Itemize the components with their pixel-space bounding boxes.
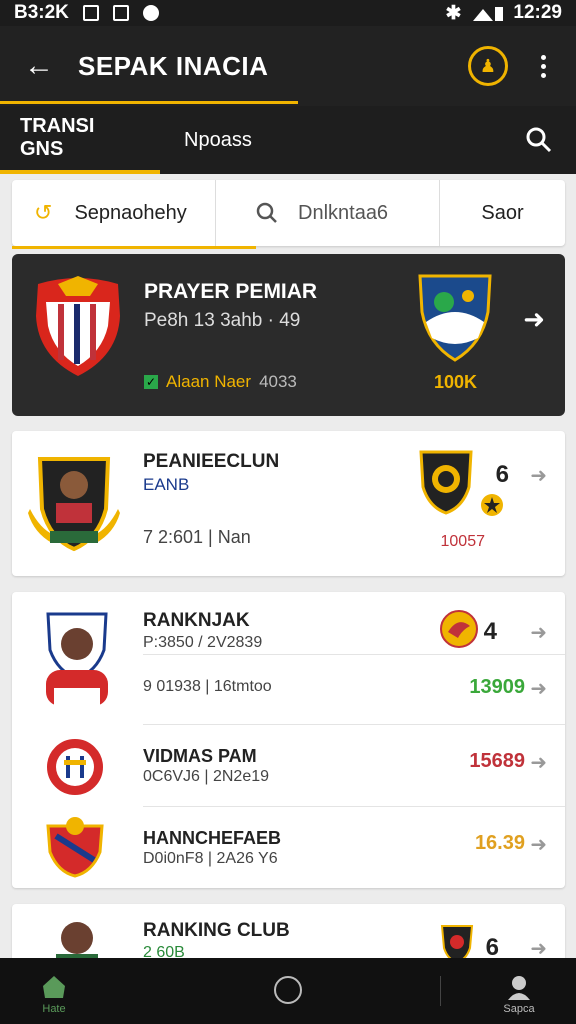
club-value: 16.39: [474, 832, 525, 854]
club-sub: 0C6VJ6 | 2N2e19: [143, 768, 270, 785]
chevron-right-icon[interactable]: ➜: [530, 463, 547, 488]
bird-crest-icon: [440, 610, 478, 648]
filter-first[interactable]: ↺ Sepnaohehy: [12, 180, 216, 246]
club-value: 10057: [440, 533, 486, 550]
club-sub: EANB: [143, 475, 190, 494]
list-item[interactable]: VIDMAS PAM 0C6VJ6 | 2N2e19 15689 ➜: [12, 726, 565, 806]
app-bar: ← SEPAK INACIA ♟: [0, 26, 576, 106]
title-underline: [0, 101, 298, 104]
page-title: SEPAK INACIA: [78, 50, 269, 81]
featured-score: 100K: [434, 372, 478, 392]
featured-card[interactable]: PRAYER PEMIAR Pe8h 13 3ahb · 49 ✓ Alaan …: [12, 254, 565, 416]
filter-accent-bar: [12, 246, 256, 249]
more-menu-icon[interactable]: [538, 54, 548, 78]
circle-icon: [142, 5, 159, 21]
featured-sub: Pe8h 13 3ahb · 49: [144, 310, 301, 331]
ranking-title: RANKNJAK: [143, 610, 250, 631]
search-icon[interactable]: [526, 127, 552, 153]
tab-transitions[interactable]: TRANSI GNS: [0, 106, 160, 174]
featured-meta: ✓ Alaan Naer 4033: [144, 372, 297, 392]
home-icon: [43, 976, 65, 998]
club-name: PEANIEECLUN: [143, 451, 280, 472]
player-avatar-icon: [56, 922, 98, 964]
profile-icon: [508, 976, 530, 1000]
ranking-club-card[interactable]: RANKING CLUB 2 60B 6 ➜: [12, 904, 565, 964]
club-sub: D0i0nF8 | 2A26 Y6: [143, 850, 278, 867]
ranking-card[interactable]: RANKNJAK P:3850 / 2V2839 4 ➜ 9 01938 | 1…: [12, 592, 565, 888]
nav-profile[interactable]: Sapca: [496, 974, 542, 1015]
chevron-right-icon[interactable]: ➜: [530, 750, 547, 775]
notification-icon: [82, 5, 99, 21]
app-icon: [112, 5, 129, 21]
list-item[interactable]: RANKING CLUB 2 60B 6 ➜: [12, 904, 565, 964]
back-arrow-icon[interactable]: ←: [0, 49, 78, 83]
check-icon: ✓: [144, 375, 158, 389]
list-item[interactable]: HANNCHEFAEB D0i0nF8 | 2A26 Y6 16.39 ➜: [12, 806, 565, 888]
tab-bar: TRANSI GNS Npoass: [0, 106, 576, 174]
chevron-right-icon[interactable]: ➜: [530, 620, 547, 645]
filter-sort[interactable]: Saor: [440, 180, 565, 246]
filter-search[interactable]: Dnlkntaa6: [216, 180, 440, 246]
chevron-right-icon[interactable]: ➜: [523, 304, 545, 335]
nav-separator: [440, 976, 441, 1006]
player-badge-icon: [28, 457, 120, 552]
featured-meta-number: 4033: [259, 372, 297, 391]
club-card[interactable]: PEANIEECLUN EANB 7 2:601 | Nan 6 10057 ➜: [12, 431, 565, 576]
nav-home-label: Hate: [42, 1003, 66, 1015]
refresh-icon: ↺: [34, 200, 53, 225]
ranking-meta: 9 01938 | 16tmtoo: [143, 678, 272, 695]
featured-meta-label: Alaan Naer: [166, 372, 252, 391]
club-crest-icon: [46, 817, 104, 878]
bluetooth-icon: ✱: [445, 2, 462, 24]
filter-search-label: Dnlkntaa6: [298, 201, 389, 224]
status-time-left: B3:2K: [14, 2, 69, 23]
club-value: 15689: [469, 750, 525, 772]
ranking-rank: 4: [483, 618, 497, 645]
coin-icon[interactable]: ♟: [468, 46, 508, 86]
clock: 12:29: [513, 2, 562, 23]
club-crest-icon: [45, 737, 105, 797]
club-crest-icon: [419, 450, 473, 515]
club-rank: 6: [495, 461, 509, 488]
filter-first-label: Sepnaohehy: [74, 201, 187, 224]
club-meta: 7 2:601 | Nan: [143, 527, 251, 547]
home-button-icon[interactable]: [274, 976, 302, 1004]
status-bar: B3:2K ✱ 12:29: [0, 0, 576, 26]
chevron-right-icon[interactable]: ➜: [530, 832, 547, 857]
filter-bar: ↺ Sepnaohehy Dnlkntaa6 Saor: [12, 180, 565, 246]
list-item[interactable]: 9 01938 | 16tmtoo 13909 ➜: [12, 654, 565, 726]
club-crest-icon: [36, 276, 120, 376]
club-name: VIDMAS PAM: [143, 746, 257, 766]
nav-profile-label: Sapca: [503, 1003, 535, 1015]
nav-home[interactable]: Hate: [34, 974, 74, 1015]
chevron-right-icon[interactable]: ➜: [530, 676, 547, 701]
star-icon: [481, 494, 503, 516]
list-item[interactable]: PEANIEECLUN EANB 7 2:601 | Nan 6 10057 ➜: [12, 431, 565, 576]
opponent-crest-icon: [418, 274, 492, 362]
club-name: HANNCHEFAEB: [143, 828, 282, 848]
signal-icon: [473, 7, 504, 21]
featured-name: PRAYER PEMIAR: [144, 280, 318, 303]
club-name: RANKING CLUB: [143, 920, 290, 941]
ranking-value: 13909: [469, 676, 525, 698]
bottom-nav: Hate Sapca: [0, 958, 576, 1024]
divider: [143, 724, 565, 725]
ranking-sub: P:3850 / 2V2839: [143, 634, 263, 651]
tab-npoass[interactable]: Npoass: [160, 106, 276, 174]
search-icon: [256, 202, 277, 223]
